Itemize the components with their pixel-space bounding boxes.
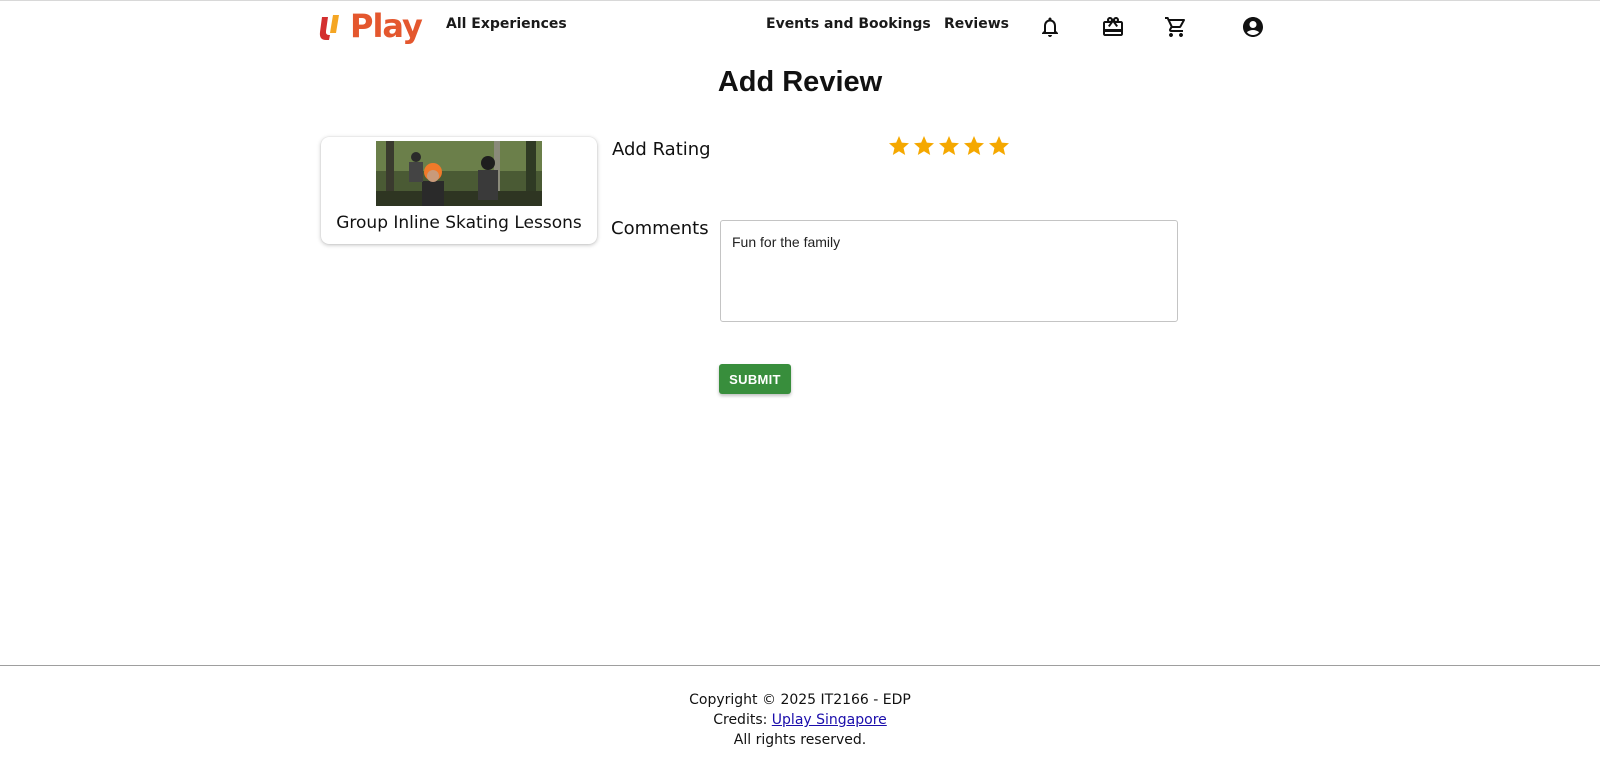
nav-events-bookings[interactable]: Events and Bookings	[766, 16, 931, 32]
footer-divider	[0, 665, 1600, 666]
star-icon[interactable]	[962, 134, 986, 158]
experience-image	[376, 141, 542, 206]
comments-field[interactable]	[720, 220, 1178, 322]
star-icon[interactable]	[912, 134, 936, 158]
star-icon[interactable]	[937, 134, 961, 158]
credits-line: Credits: Uplay Singapore	[0, 710, 1600, 730]
rights-text: All rights reserved.	[733, 732, 867, 748]
uplay-logo[interactable]: Play	[318, 6, 423, 46]
logo-text: Play	[350, 7, 423, 45]
experience-card: Group Inline Skating Lessons	[321, 137, 597, 244]
nav-reviews[interactable]: Reviews	[944, 16, 1009, 32]
credits-prefix: Credits:	[713, 712, 772, 728]
credits-link[interactable]: Uplay Singapore	[772, 712, 887, 728]
nav-all-experiences[interactable]: All Experiences	[446, 16, 567, 32]
rating-label: Add Rating	[612, 139, 711, 160]
comments-label: Comments	[611, 218, 709, 239]
star-icon[interactable]	[987, 134, 1011, 158]
app-header: Play All Experiences Events and Bookings…	[0, 0, 1600, 56]
experience-title: Group Inline Skating Lessons	[336, 213, 582, 233]
bell-icon[interactable]	[1038, 15, 1062, 39]
copyright-text: Copyright © 2025 IT2166 - EDP	[689, 692, 911, 708]
account-icon[interactable]	[1241, 15, 1265, 39]
cart-icon[interactable]	[1164, 15, 1188, 39]
footer: Copyright © 2025 IT2166 - EDP Credits: U…	[0, 690, 1600, 750]
submit-button[interactable]: SUBMIT	[719, 364, 791, 394]
page-title: Add Review	[717, 66, 883, 98]
star-rating[interactable]	[887, 134, 1011, 158]
logo-u-mark-icon	[318, 11, 348, 41]
star-icon[interactable]	[887, 134, 911, 158]
gift-card-icon[interactable]	[1101, 15, 1125, 39]
